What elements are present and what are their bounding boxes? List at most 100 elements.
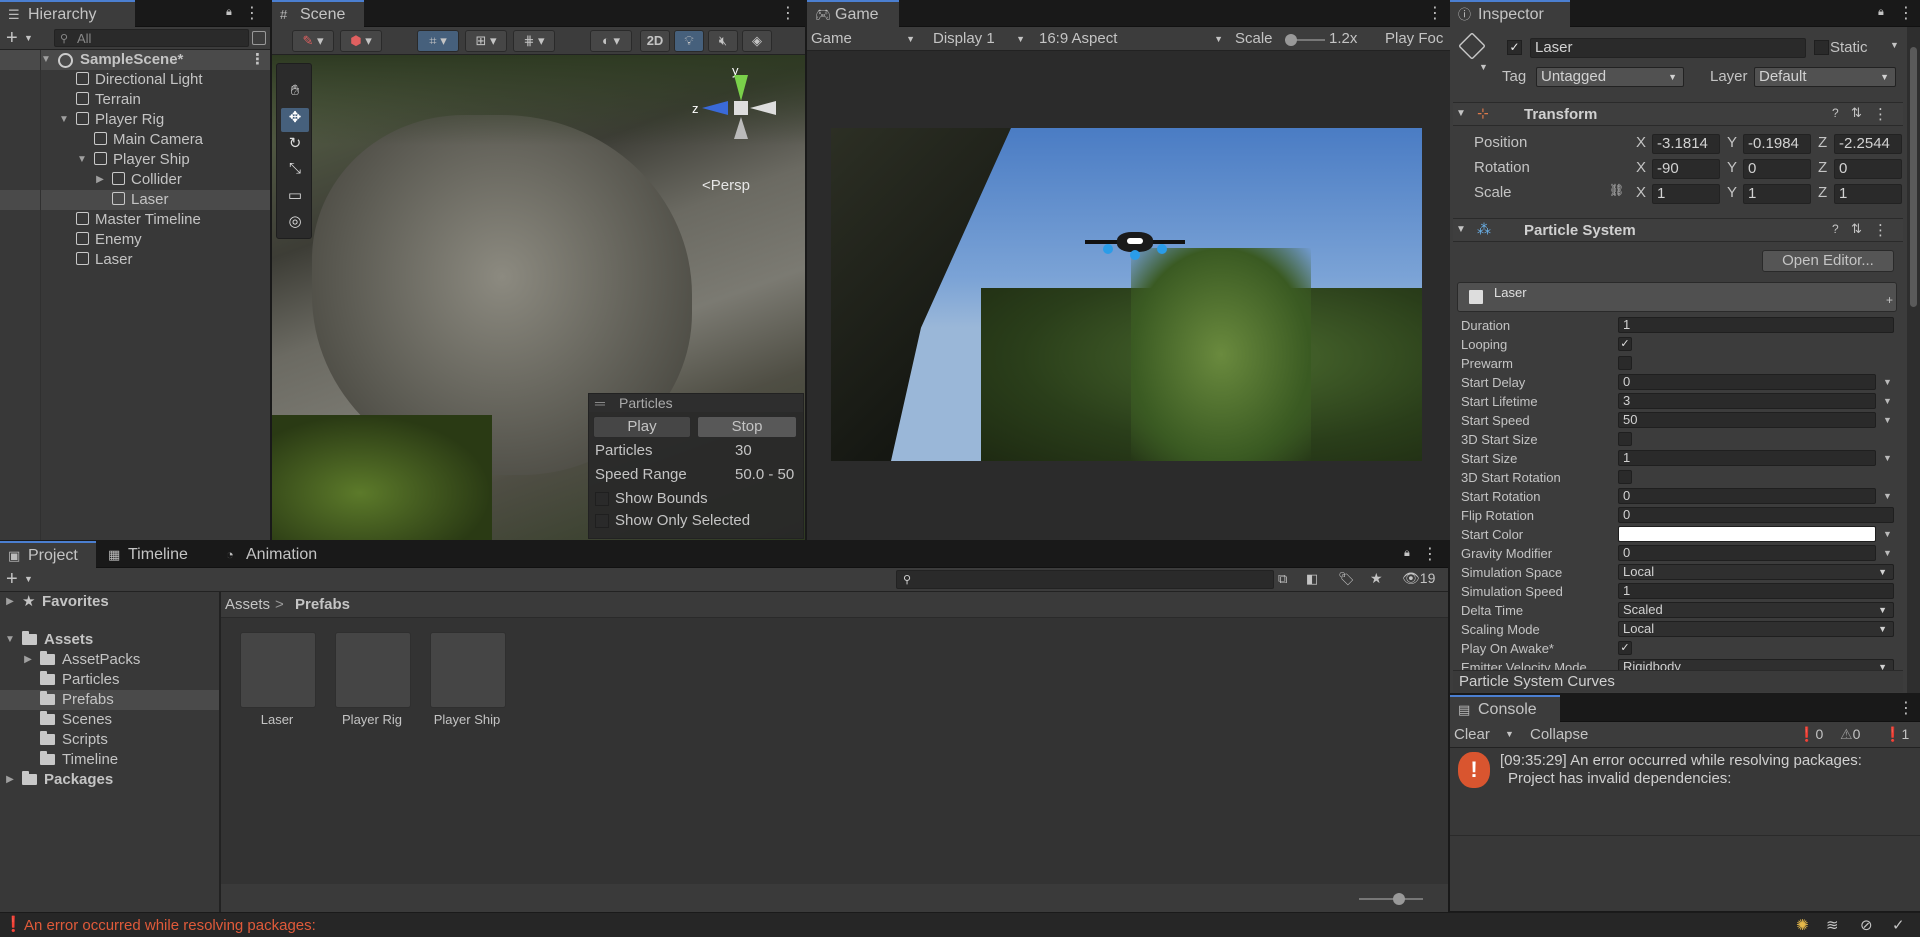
component-menu-icon[interactable]: ⋮ (1873, 105, 1888, 123)
lock-icon[interactable]: 🔒︎ (226, 6, 238, 18)
stop-button[interactable]: Stop (697, 416, 797, 438)
chevron-down-icon[interactable]: ▼ (24, 574, 33, 584)
collapse-icon[interactable]: ▼ (1456, 108, 1466, 119)
star-icon[interactable]: ★ (1370, 570, 1383, 587)
clear-options-icon[interactable]: ▼ (1505, 729, 1514, 739)
icon-size-slider-thumb[interactable] (1393, 893, 1405, 905)
object-name-field[interactable]: Laser (1530, 38, 1806, 58)
property-field[interactable]: 1 (1618, 450, 1876, 466)
tab-project[interactable]: ▣ Project (0, 541, 96, 568)
aspect-dropdown[interactable]: 16:9 Aspect ▼ (1031, 27, 1231, 51)
tab-inspector[interactable]: ⓘ Inspector (1450, 0, 1570, 27)
preset-icon[interactable]: ⇅ (1851, 221, 1862, 237)
chevron-down-icon[interactable]: ▼ (24, 33, 33, 43)
light-bake-icon[interactable]: ✺ (1796, 916, 1809, 934)
property-checkbox[interactable] (1618, 432, 1632, 446)
error-count[interactable]: ❗1 (1884, 726, 1909, 743)
icon-picker-icon[interactable]: ▼ (1479, 62, 1488, 72)
help-icon[interactable]: ? (1832, 222, 1839, 236)
link-icon[interactable]: ⛓︎ (1609, 183, 1624, 197)
scale-slider[interactable] (1285, 34, 1325, 46)
scale-y-field[interactable]: 1 (1743, 184, 1811, 204)
add-icon[interactable]: + (6, 568, 18, 590)
transform-header[interactable]: ▼ ⊹ Transform ? ⇅ ⋮ (1453, 102, 1903, 126)
expand-icon[interactable]: ▼ (4, 630, 16, 650)
collapsed-icon[interactable]: ▶ (4, 770, 16, 790)
play-button[interactable]: Play (593, 416, 691, 438)
property-field[interactable]: 1 (1618, 583, 1894, 599)
tree-item-scenes[interactable]: Scenes (0, 710, 219, 730)
hierarchy-search-input[interactable]: ⚲ All (54, 29, 249, 47)
open-editor-button[interactable]: Open Editor... (1762, 250, 1894, 272)
search-by-type-icon[interactable]: ⧉ (1278, 571, 1287, 587)
property-checkbox[interactable]: ✓ (1618, 641, 1632, 655)
scale-z-field[interactable]: 1 (1834, 184, 1902, 204)
cache-server-icon[interactable]: ≋ (1826, 916, 1839, 934)
scene-menu-icon[interactable]: ⋮ (250, 50, 265, 70)
property-field[interactable]: 0 (1618, 507, 1894, 523)
tree-item-assetpacks[interactable]: ▶ AssetPacks (0, 650, 219, 670)
tag-dropdown[interactable]: Untagged ▼ (1536, 67, 1684, 87)
x-axis-cone[interactable] (750, 101, 776, 115)
asset-label[interactable]: Laser (227, 712, 327, 727)
tab-scene[interactable]: # Scene (272, 0, 364, 27)
lock-icon[interactable]: 🔒︎ (1404, 547, 1416, 559)
expand-icon[interactable]: ▼ (76, 150, 88, 170)
hidden-packages-button[interactable]: 👁︎19 (1402, 570, 1435, 587)
project-menu-icon[interactable]: ⋮ (1422, 541, 1438, 568)
expand-icon[interactable]: ▼ (58, 110, 70, 130)
play-focused-dropdown[interactable]: Play Foc (1385, 30, 1450, 47)
tab-game[interactable]: 🎮︎ Game (807, 0, 899, 27)
progress-icon[interactable]: ✓ (1892, 916, 1905, 934)
warning-count[interactable]: ⚠0 (1840, 726, 1860, 743)
game-menu-icon[interactable]: ⋮ (1427, 0, 1443, 27)
property-dropdown[interactable]: Scaled ▼ (1618, 602, 1894, 618)
tab-animation[interactable]: ◔ Animation (218, 541, 338, 568)
inspector-scrollbar[interactable] (1907, 27, 1920, 693)
property-dropdown[interactable]: Local ▼ (1618, 564, 1894, 580)
particle-system-header[interactable]: ▼ ⁂ Particle System ? ⇅ ⋮ (1453, 218, 1903, 242)
tab-console[interactable]: ▤ Console (1450, 695, 1560, 722)
tree-item-favorites[interactable]: ▶ ★ Favorites (0, 592, 219, 612)
show-bounds-checkbox[interactable] (595, 492, 609, 506)
rect-tool-icon[interactable]: ▭ (281, 186, 309, 210)
grid-snap-button[interactable]: ⌗ ▾ (417, 30, 459, 52)
particles-overlay-header[interactable]: ═ Particles (589, 394, 803, 412)
collapsed-icon[interactable]: ▶ (4, 592, 16, 612)
asset-thumbnail[interactable] (430, 632, 506, 708)
property-dropdown[interactable]: Local ▼ (1618, 621, 1894, 637)
project-search-input[interactable]: ⚲ (896, 570, 1274, 589)
info-count[interactable]: ❗0 (1798, 726, 1823, 743)
game-view[interactable] (807, 51, 1450, 540)
clear-button[interactable]: Clear (1454, 726, 1490, 743)
asset-label[interactable]: Player Rig (322, 712, 422, 727)
tree-item-timeline[interactable]: Timeline (0, 750, 219, 770)
add-icon[interactable]: + (6, 27, 18, 49)
projection-label[interactable]: <Persp (702, 177, 750, 194)
z-axis-cone[interactable] (702, 101, 728, 115)
rotation-y-field[interactable]: 0 (1743, 159, 1811, 179)
label-icon[interactable]: 🏷︎ (1338, 571, 1355, 587)
hand-tool-icon[interactable]: ✋︎ (281, 82, 309, 106)
property-checkbox[interactable]: ✓ (1618, 337, 1632, 351)
position-x-field[interactable]: -3.1814 (1652, 134, 1720, 154)
active-checkbox[interactable]: ✓ (1507, 40, 1522, 55)
property-field[interactable]: 3 (1618, 393, 1876, 409)
game-mode-dropdown[interactable]: Game ▼ (811, 27, 923, 51)
position-z-field[interactable]: -2.2544 (1834, 134, 1902, 154)
collapse-icon[interactable]: ▼ (1456, 224, 1466, 235)
orientation-gizmo[interactable]: y z (692, 63, 802, 153)
effects-toggle-button[interactable]: ◈ (742, 30, 772, 52)
show-only-selected-checkbox[interactable] (595, 514, 609, 528)
increment-snap-button[interactable]: ⊞ ▾ (465, 30, 507, 52)
scene-menu-icon[interactable]: ⋮ (780, 0, 796, 27)
scrollbar-thumb[interactable] (1910, 47, 1917, 307)
grid-visibility-button[interactable]: ⋕ ▾ (513, 30, 555, 52)
layer-dropdown[interactable]: Default ▼ (1754, 67, 1896, 87)
property-checkbox[interactable] (1618, 356, 1632, 370)
console-menu-icon[interactable]: ⋮ (1898, 695, 1914, 722)
tree-item-packages[interactable]: ▶ Packages (0, 770, 219, 790)
property-field[interactable]: 0 (1618, 374, 1876, 390)
preset-icon[interactable]: ⇅ (1851, 105, 1862, 121)
help-icon[interactable]: ? (1832, 106, 1839, 120)
